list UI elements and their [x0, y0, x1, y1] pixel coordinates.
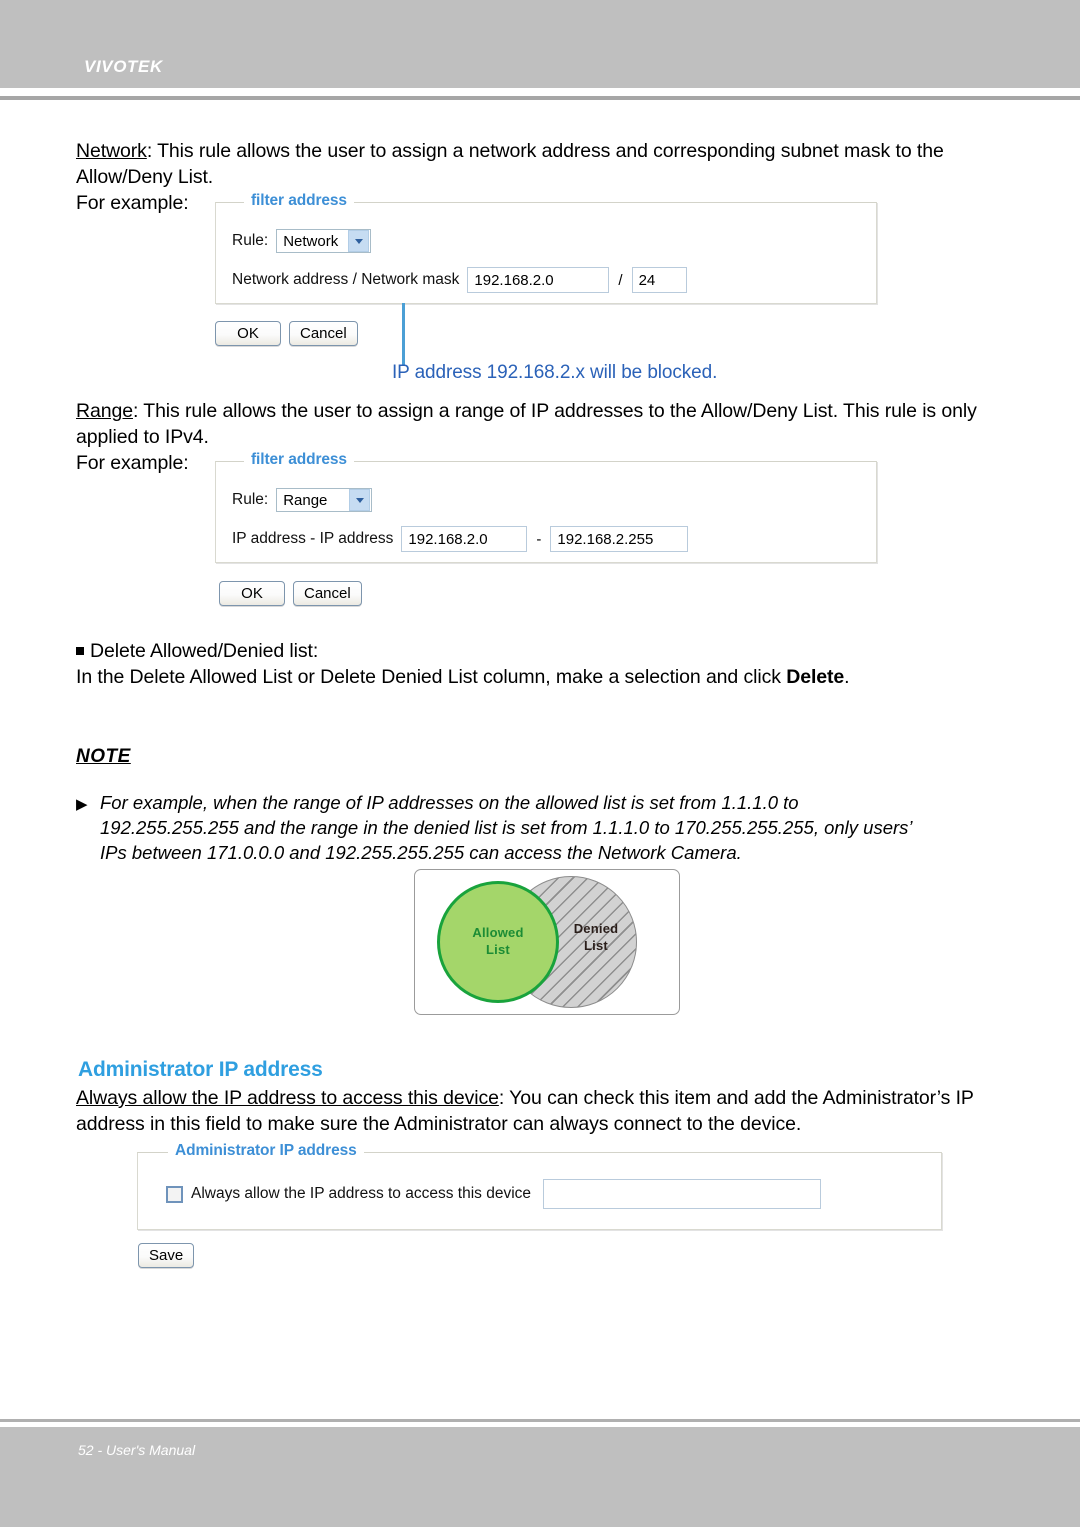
- range-panel-legend: filter address: [244, 451, 354, 469]
- range-rule-label: Rule:: [232, 491, 269, 508]
- admin-panel-legend: Administrator IP address: [168, 1142, 364, 1160]
- allowed-list-label-line2: List: [486, 942, 510, 957]
- network-address-input[interactable]: 192.168.2.0: [467, 267, 610, 293]
- range-rule-term: Range: [76, 400, 133, 422]
- admin-term: Always allow the IP address to access th…: [76, 1087, 499, 1109]
- range-separator: -: [536, 530, 542, 548]
- footer-page-label: 52 - User's Manual: [78, 1442, 196, 1458]
- network-callout-text: IP address 192.168.2.x will be blocked.: [392, 362, 718, 383]
- delete-text-before: In the Delete Allowed List or Delete Den…: [76, 666, 787, 688]
- range-ok-button[interactable]: OK: [219, 581, 285, 606]
- network-rule-term: Network: [76, 140, 147, 162]
- network-address-separator: /: [618, 271, 623, 289]
- footer-divider: [0, 1419, 1080, 1422]
- delete-bold-word: Delete: [786, 666, 845, 688]
- delete-list-paragraph: Delete Allowed/Denied list: In the Delet…: [76, 638, 1016, 690]
- venn-diagram: Allowed List Denied List: [414, 869, 680, 1015]
- denied-list-label-line2: List: [584, 938, 608, 953]
- range-rule-description: : This rule allows the user to assign a …: [76, 400, 977, 448]
- network-ok-button[interactable]: OK: [215, 321, 281, 346]
- range-address-label: IP address - IP address: [232, 530, 394, 547]
- network-cancel-button[interactable]: Cancel: [289, 321, 358, 346]
- network-rule-description: : This rule allows the user to assign a …: [76, 140, 944, 188]
- header-divider: [0, 96, 1080, 100]
- note-line-3: IPs between 171.0.0.0 and 192.255.255.25…: [100, 842, 742, 863]
- network-panel-legend: filter address: [244, 192, 354, 210]
- range-rule-select-value: Range: [283, 491, 328, 509]
- note-line-2: 192.255.255.255 and the range in the den…: [100, 817, 913, 838]
- delete-text-after: .: [844, 666, 850, 688]
- denied-list-label: Denied List: [557, 920, 635, 954]
- always-allow-label: Always allow the IP address to access th…: [191, 1185, 532, 1202]
- range-end-ip-input[interactable]: 192.168.2.255: [550, 526, 689, 552]
- range-start-ip-input[interactable]: 192.168.2.0: [401, 526, 528, 552]
- range-filter-panel: filter address Rule: Range IP address - …: [215, 451, 877, 563]
- network-address-row: Network address / Network mask 192.168.2…: [232, 267, 687, 293]
- network-rule-select[interactable]: Network: [276, 229, 372, 253]
- network-address-label: Network address / Network mask: [232, 271, 460, 288]
- brand-logo: VIVOTEK: [84, 57, 163, 76]
- note-title: NOTE: [76, 746, 131, 767]
- range-cancel-button[interactable]: Cancel: [293, 581, 362, 606]
- save-button[interactable]: Save: [138, 1243, 195, 1268]
- square-bullet-icon: [76, 647, 84, 655]
- save-button-row: Save: [138, 1243, 195, 1268]
- range-address-row: IP address - IP address 192.168.2.0 - 19…: [232, 526, 689, 552]
- denied-list-label-line1: Denied: [573, 921, 619, 936]
- network-filter-panel: filter address Rule: Network Network add…: [215, 192, 877, 304]
- delete-bullet-title: Delete Allowed/Denied list:: [90, 640, 319, 662]
- callout-connector-line: [402, 303, 405, 365]
- admin-description-paragraph: Always allow the IP address to access th…: [76, 1085, 1026, 1137]
- administrator-ip-input[interactable]: [543, 1179, 822, 1209]
- range-example-label: For example:: [76, 452, 189, 474]
- administrator-ip-panel: Administrator IP address Always allow th…: [137, 1142, 942, 1230]
- triangle-right-icon: ▶: [76, 796, 88, 813]
- page-section-title: Administrator IP address: [78, 1058, 323, 1081]
- network-rule-label: Rule:: [232, 232, 269, 249]
- network-rule-select-value: Network: [283, 232, 339, 250]
- note-line-1: For example, when the range of IP addres…: [100, 792, 799, 813]
- range-buttons-row: OK Cancel: [219, 581, 362, 606]
- network-mask-input[interactable]: 24: [631, 267, 687, 293]
- allowed-list-label: Allowed List: [455, 924, 541, 958]
- note-body: ▶ For example, when the range of IP addr…: [76, 790, 1014, 865]
- chevron-down-icon[interactable]: [348, 230, 370, 252]
- range-rule-select[interactable]: Range: [276, 488, 373, 512]
- network-buttons-row: OK Cancel: [215, 321, 358, 346]
- network-example-label: For example:: [76, 192, 189, 214]
- chevron-down-icon[interactable]: [349, 489, 371, 511]
- admin-checkbox-row: Always allow the IP address to access th…: [166, 1179, 822, 1209]
- range-rule-row: Rule: Range: [232, 488, 373, 512]
- network-rule-row: Rule: Network: [232, 229, 372, 253]
- allowed-list-label-line1: Allowed: [472, 925, 524, 940]
- always-allow-checkbox[interactable]: [166, 1185, 183, 1203]
